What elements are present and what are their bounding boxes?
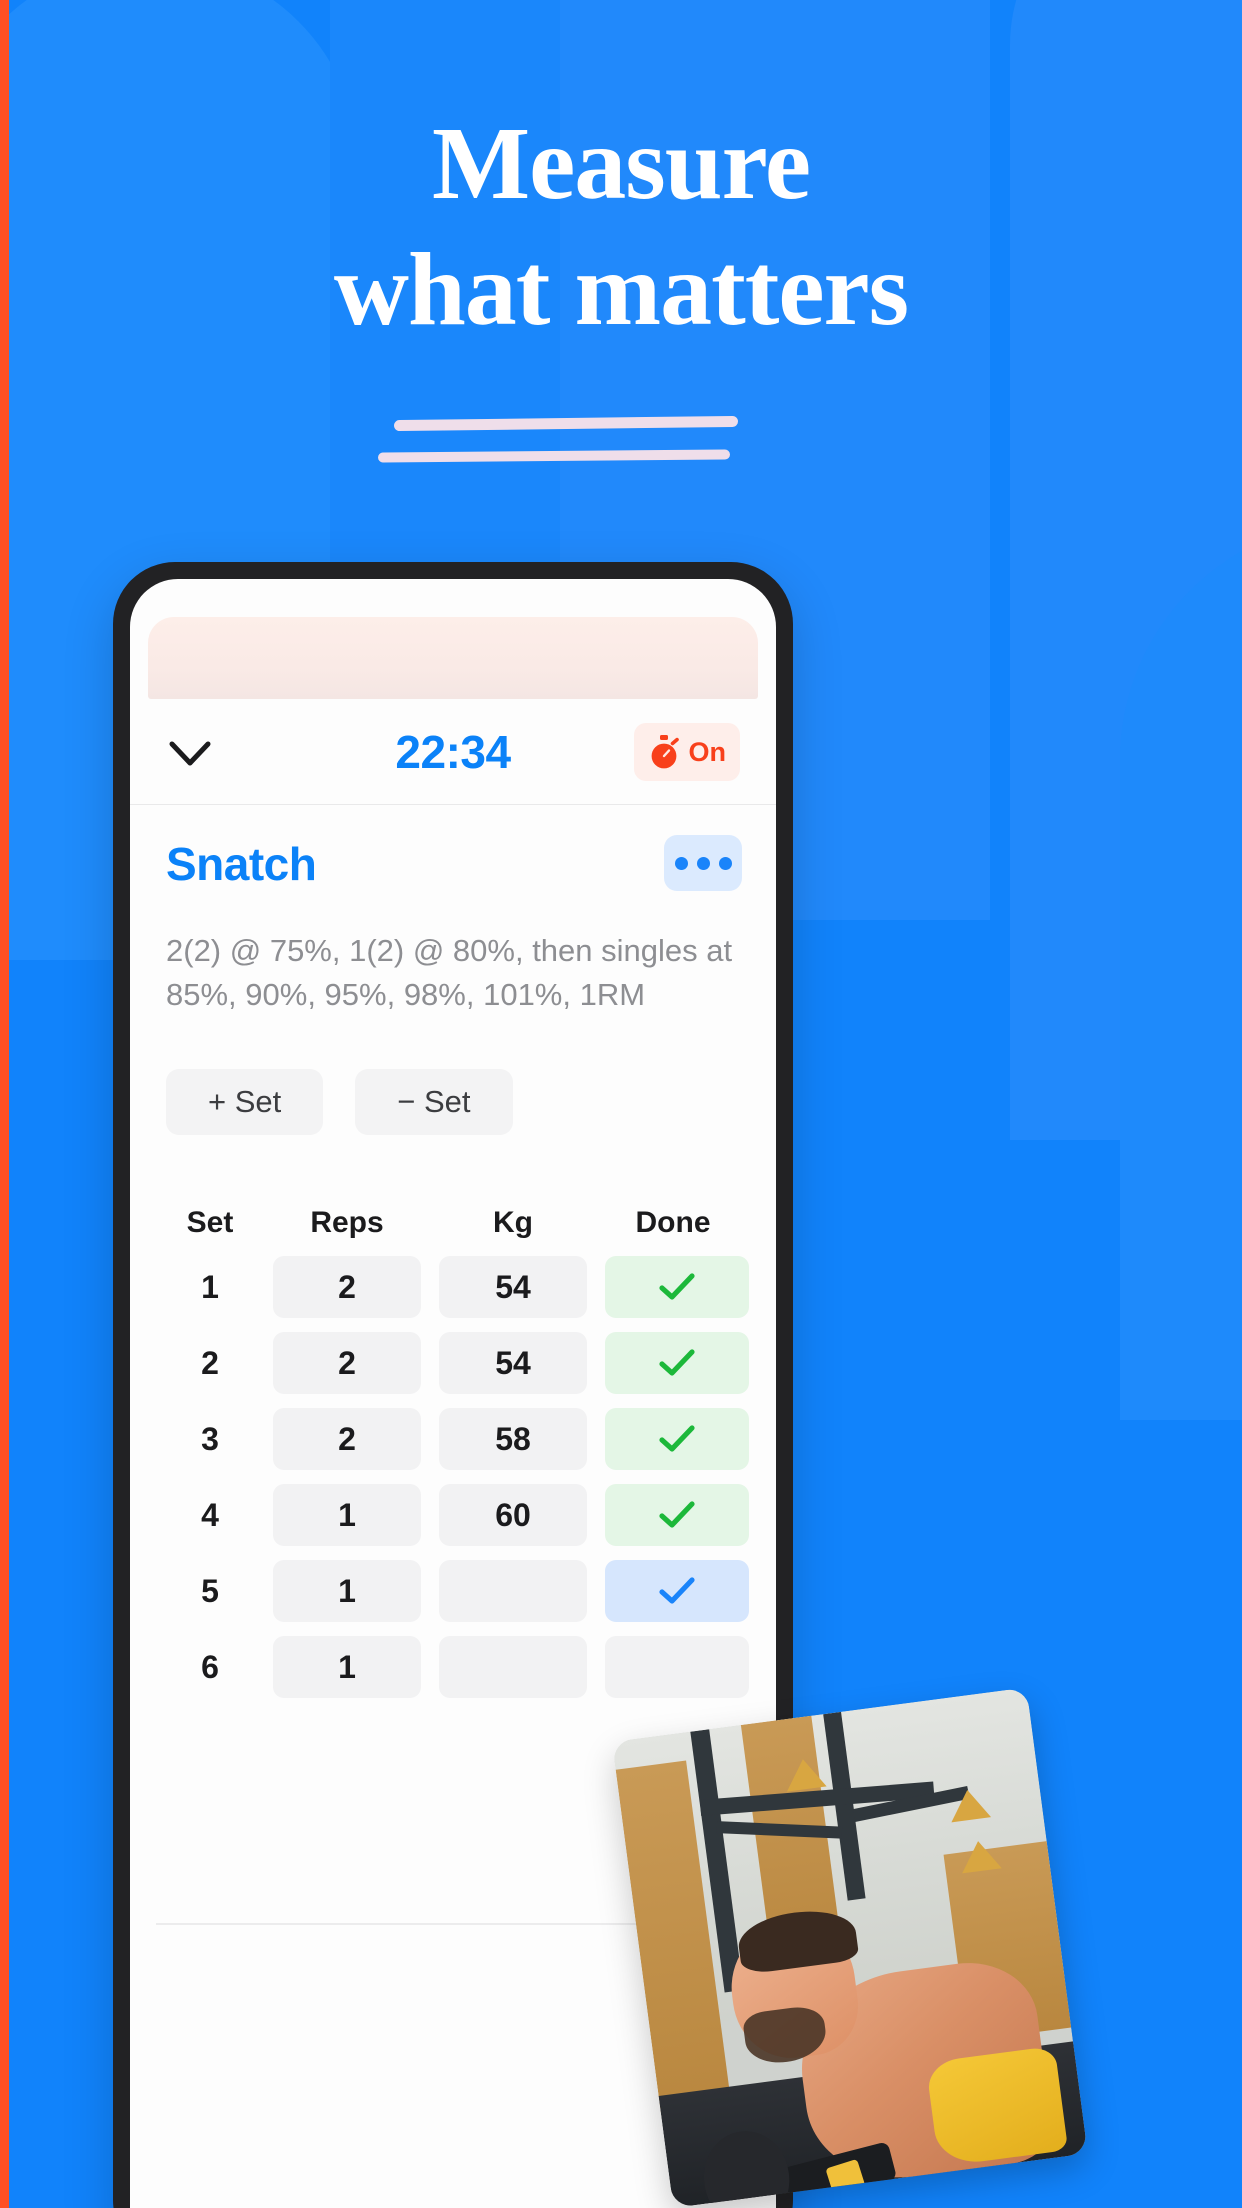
- check-icon: [659, 1349, 695, 1376]
- underline-stroke-top: [393, 415, 739, 432]
- headline-line-2: what matters: [333, 232, 909, 347]
- cell-kg-input[interactable]: [439, 1636, 587, 1698]
- cell-done-checkbox[interactable]: [605, 1484, 749, 1546]
- left-edge-accent-strip: [0, 0, 9, 2208]
- table-row: 4 1 60: [156, 1483, 750, 1547]
- cell-set-number: 1: [201, 1268, 219, 1305]
- cell-set-number: 6: [201, 1648, 219, 1685]
- headline-line-1: Measure: [431, 106, 811, 221]
- sets-table: Set Reps Kg Done 1 2 54 2 2 54 3 2 58 4 1 60 5 1 6 1: [156, 1191, 750, 1711]
- remove-set-button[interactable]: − Set: [355, 1069, 513, 1135]
- rest-timer-toggle[interactable]: On: [633, 723, 740, 781]
- column-header-done: Done: [635, 1206, 711, 1239]
- exercise-options-button[interactable]: [664, 835, 742, 891]
- cell-set-number: 4: [201, 1496, 219, 1533]
- notification-banner: [148, 617, 758, 699]
- cell-set-number: 5: [201, 1572, 219, 1609]
- check-icon: [659, 1577, 695, 1604]
- add-set-button[interactable]: + Set: [166, 1069, 324, 1135]
- cell-set-number: 2: [201, 1344, 219, 1381]
- athlete-photo: [612, 1687, 1088, 2208]
- cell-done-checkbox[interactable]: [605, 1636, 749, 1698]
- table-row: 3 2 58: [156, 1407, 750, 1471]
- stopwatch-icon: [651, 735, 679, 769]
- set-controls: + Set − Set: [166, 1069, 513, 1135]
- exercise-title[interactable]: Snatch: [166, 837, 317, 891]
- cell-done-checkbox[interactable]: [605, 1560, 749, 1622]
- cell-reps-input[interactable]: 2: [273, 1408, 421, 1470]
- cell-reps-input[interactable]: 1: [273, 1560, 421, 1622]
- check-icon: [659, 1273, 695, 1300]
- column-header-reps: Reps: [310, 1206, 384, 1239]
- exercise-header: Snatch: [130, 827, 776, 917]
- app-store-promo-screenshot: Measure what matters 22:34 On Snatch 2(2…: [0, 0, 1242, 2208]
- exercise-notes: 2(2) @ 75%, 1(2) @ 80%, then singles at …: [166, 933, 733, 1013]
- sets-table-header: Set Reps Kg Done: [156, 1191, 750, 1255]
- cell-done-checkbox[interactable]: [605, 1332, 749, 1394]
- check-icon: [659, 1501, 695, 1528]
- cell-reps-input[interactable]: 1: [273, 1636, 421, 1698]
- cell-kg-input[interactable]: 54: [439, 1256, 587, 1318]
- cell-reps-input[interactable]: 2: [273, 1256, 421, 1318]
- cell-done-checkbox[interactable]: [605, 1256, 749, 1318]
- cell-reps-input[interactable]: 2: [273, 1332, 421, 1394]
- cell-kg-input[interactable]: 60: [439, 1484, 587, 1546]
- promo-headline: Measure what matters: [0, 112, 1242, 342]
- cell-set-number: 3: [201, 1420, 219, 1457]
- cell-done-checkbox[interactable]: [605, 1408, 749, 1470]
- ellipsis-icon: [718, 856, 732, 870]
- workout-toolbar: 22:34 On: [130, 709, 776, 805]
- ellipsis-icon: [674, 856, 688, 870]
- check-icon: [659, 1425, 695, 1452]
- cell-kg-input[interactable]: [439, 1560, 587, 1622]
- ellipsis-icon: [696, 856, 710, 870]
- underline-stroke-bottom: [377, 449, 731, 463]
- column-header-kg: Kg: [493, 1206, 533, 1239]
- cell-reps-input[interactable]: 1: [273, 1484, 421, 1546]
- cell-kg-input[interactable]: 58: [439, 1408, 587, 1470]
- headline-underline: [377, 415, 739, 478]
- table-row: 2 2 54: [156, 1331, 750, 1395]
- table-row: 61: [156, 1635, 750, 1699]
- column-header-set: Set: [186, 1206, 234, 1239]
- cell-kg-input[interactable]: 54: [439, 1332, 587, 1394]
- table-row: 51: [156, 1559, 750, 1623]
- table-row: 1 2 54: [156, 1255, 750, 1319]
- rest-timer-state: On: [688, 736, 727, 767]
